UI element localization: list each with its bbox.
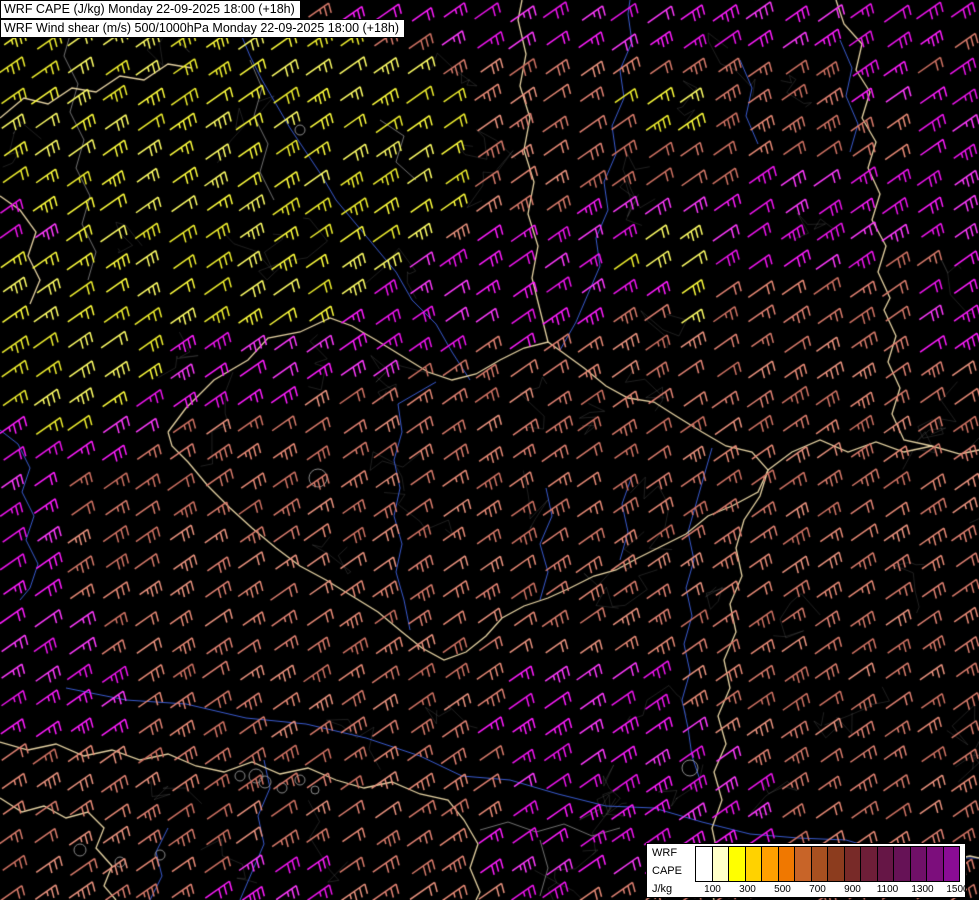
legend-labels: WRF CAPE J/kg (652, 846, 688, 896)
legend-swatch (843, 846, 861, 882)
legend-swatch (695, 846, 713, 882)
legend-tick-label: 1500 (946, 884, 969, 895)
header-cape-text: WRF CAPE (J/kg) Monday 22-09-2025 18:00 … (4, 2, 295, 16)
legend-tick-row: 100 300 500 700 900 1100 1300 1500 (695, 882, 968, 896)
weather-map-page: WRF CAPE (J/kg) Monday 22-09-2025 18:00 … (0, 0, 979, 900)
map-canvas (0, 0, 979, 900)
legend-label-wrf: WRF (652, 847, 678, 859)
header-line-shear: WRF Wind shear (m/s) 500/1000hPa Monday … (0, 19, 406, 38)
legend-swatch (744, 846, 762, 882)
legend-swatch (827, 846, 845, 882)
legend-tick-label: 500 (774, 884, 791, 895)
legend-swatch (860, 846, 878, 882)
legend-swatch (761, 846, 779, 882)
legend-scale: 100 300 500 700 900 1100 1300 1500 (695, 846, 969, 896)
legend-swatch (909, 846, 927, 882)
legend-swatch (728, 846, 746, 882)
legend-swatch (893, 846, 911, 882)
legend-tick-label: 900 (844, 884, 861, 895)
legend-label-unit: J/kg (652, 883, 673, 895)
legend-swatch (942, 846, 960, 882)
legend-swatch (794, 846, 812, 882)
cape-legend: WRF CAPE J/kg 100 300 500 700 900 1100 1300 150… (646, 843, 969, 898)
legend-swatch (777, 846, 795, 882)
legend-swatch (926, 846, 944, 882)
legend-tick-label: 100 (704, 884, 721, 895)
legend-label-cape: CAPE (652, 865, 682, 877)
legend-swatch (711, 846, 729, 882)
legend-swatch (876, 846, 894, 882)
legend-swatch (810, 846, 828, 882)
legend-tick-label: 700 (809, 884, 826, 895)
legend-tick-label: 1100 (876, 884, 899, 895)
header-line-cape: WRF CAPE (J/kg) Monday 22-09-2025 18:00 … (0, 0, 301, 19)
header-shear-text: WRF Wind shear (m/s) 500/1000hPa Monday … (4, 21, 400, 35)
legend-tick-label: 1300 (911, 884, 934, 895)
legend-tick-label: 300 (739, 884, 756, 895)
legend-color-strip (695, 846, 960, 882)
